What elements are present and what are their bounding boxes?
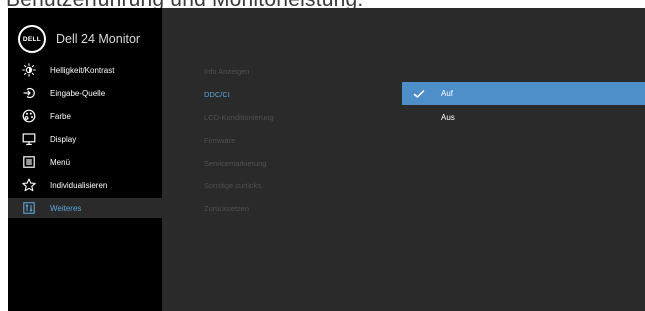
sidebar-item-label: Eingabe-Quelle [50,88,106,98]
monitor-osd-menu: DELL Dell 24 Monitor Helligkeit/Kontrast [8,8,645,311]
submenu-item-lcd-conditioning[interactable]: LCD-Konditionierung [204,113,274,122]
submenu-item-firmware[interactable]: Firmware [204,136,235,145]
color-palette-icon [22,109,36,123]
sidebar-item-color[interactable]: Farbe [8,106,162,126]
sidebar-item-menu[interactable]: Menü [8,152,162,172]
sidebar-item-personalize[interactable]: Individualisieren [8,175,162,195]
submenu-item-reset-other[interactable]: Sonstige zurücks. [204,181,263,190]
sidebar-item-display[interactable]: Display [8,129,162,149]
sidebar-item-input-source[interactable]: Eingabe-Quelle [8,83,162,103]
sidebar: DELL Dell 24 Monitor Helligkeit/Kontrast [8,8,162,311]
brand-header: DELL Dell 24 Monitor [18,25,140,53]
sidebar-item-label: Helligkeit/Kontrast [50,65,115,75]
sidebar-item-other[interactable]: Weiteres [8,198,162,218]
sidebar-item-label: Display [50,134,77,144]
brightness-icon [22,63,36,77]
option-label: Aus [441,113,455,122]
dell-logo: DELL [18,25,46,53]
sidebar-item-brightness-contrast[interactable]: Helligkeit/Kontrast [8,60,162,80]
sidebar-item-label: Individualisieren [50,180,108,190]
star-icon [22,178,36,192]
sidebar-item-label: Farbe [50,111,71,121]
monitor-title: Dell 24 Monitor [56,32,141,46]
submenu-item-factory-reset[interactable]: Zurücksetzen [204,204,249,213]
option-label: Auf [441,89,454,98]
input-source-icon [22,86,36,100]
display-icon [22,132,36,146]
sidebar-item-label: Weiteres [50,203,82,213]
other-settings-icon [22,201,36,215]
submenu-item-service-tag[interactable]: Servicemarkierung [204,159,267,168]
checkmark-icon [413,89,425,99]
submenu-item-display-info[interactable]: Info Anzeigen [204,67,249,76]
menu-icon [22,155,36,169]
option-off[interactable]: Aus [402,106,645,129]
submenu-item-ddc-ci[interactable]: DDC/CI [204,90,230,99]
sidebar-item-label: Menü [50,157,71,167]
option-on[interactable]: Auf [402,82,645,105]
